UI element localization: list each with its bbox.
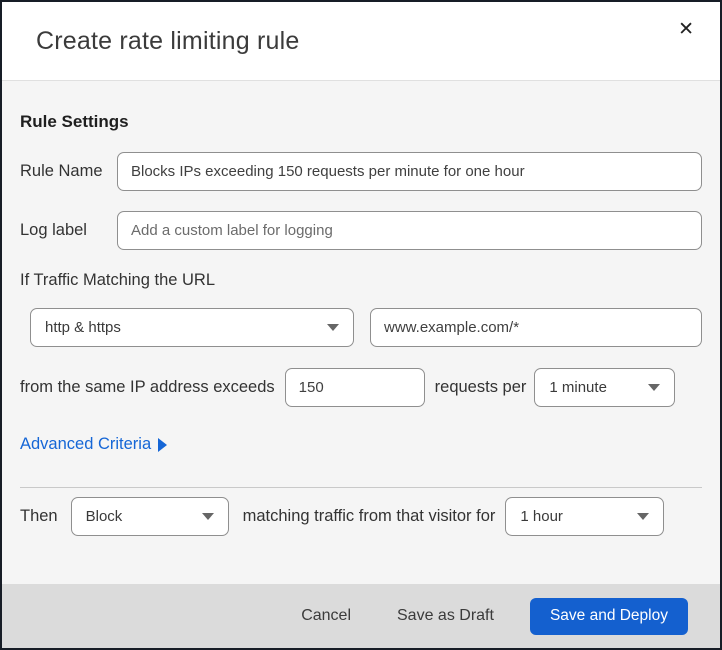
dialog-title: Create rate limiting rule — [36, 26, 300, 55]
rule-name-label: Rule Name — [20, 162, 103, 180]
chevron-down-icon — [637, 513, 650, 520]
action-middle-text: matching traffic from that visitor for — [242, 507, 496, 525]
rule-name-row: Rule Name — [20, 152, 702, 191]
log-label-input[interactable] — [117, 211, 702, 250]
log-label-row: Log label — [20, 211, 702, 250]
period-select[interactable]: 1 minute — [534, 368, 676, 407]
save-and-deploy-button[interactable]: Save and Deploy — [529, 597, 688, 635]
duration-select-value: 1 hour — [520, 508, 563, 525]
then-text: Then — [20, 507, 58, 525]
chevron-down-icon — [201, 513, 214, 520]
log-label-label: Log label — [20, 221, 87, 239]
threshold-row: from the same IP address exceeds request… — [20, 368, 702, 407]
action-select[interactable]: Block — [70, 497, 229, 536]
close-icon: ✕ — [678, 18, 694, 40]
action-select-value: Block — [85, 508, 123, 525]
cancel-button[interactable]: Cancel — [291, 599, 361, 633]
duration-select[interactable]: 1 hour — [505, 497, 665, 536]
close-button[interactable]: ✕ — [674, 16, 698, 43]
scheme-select-value: http & https — [45, 319, 121, 336]
period-select-value: 1 minute — [549, 379, 607, 396]
traffic-match-intro: If Traffic Matching the URL — [20, 271, 216, 289]
dialog-body: Rule Settings Rule Name Log label If Tra… — [2, 81, 720, 584]
rule-settings-heading: Rule Settings — [20, 112, 129, 131]
rule-name-input[interactable] — [117, 152, 702, 191]
scheme-select[interactable]: http & https — [30, 308, 354, 347]
chevron-down-icon — [648, 384, 661, 391]
expand-right-icon — [158, 437, 168, 452]
chevron-down-icon — [327, 324, 339, 331]
action-row: Then Block matching traffic from that vi… — [20, 497, 702, 536]
threshold-prefix-text: from the same IP address exceeds — [20, 378, 275, 396]
dialog-header: Create rate limiting rule ✕ — [2, 2, 720, 81]
save-as-draft-button[interactable]: Save as Draft — [387, 599, 504, 633]
url-pattern-input[interactable] — [370, 308, 702, 347]
url-match-row: http & https — [20, 308, 702, 347]
threshold-suffix-text: requests per — [434, 378, 527, 396]
advanced-criteria-link[interactable]: Advanced Criteria — [20, 435, 168, 454]
request-count-input[interactable] — [284, 368, 425, 407]
advanced-criteria-label: Advanced Criteria — [20, 435, 152, 453]
create-rate-limiting-rule-dialog: Create rate limiting rule ✕ Rule Setting… — [0, 0, 722, 650]
dialog-footer: Cancel Save as Draft Save and Deploy — [2, 584, 720, 648]
section-divider — [20, 487, 702, 488]
